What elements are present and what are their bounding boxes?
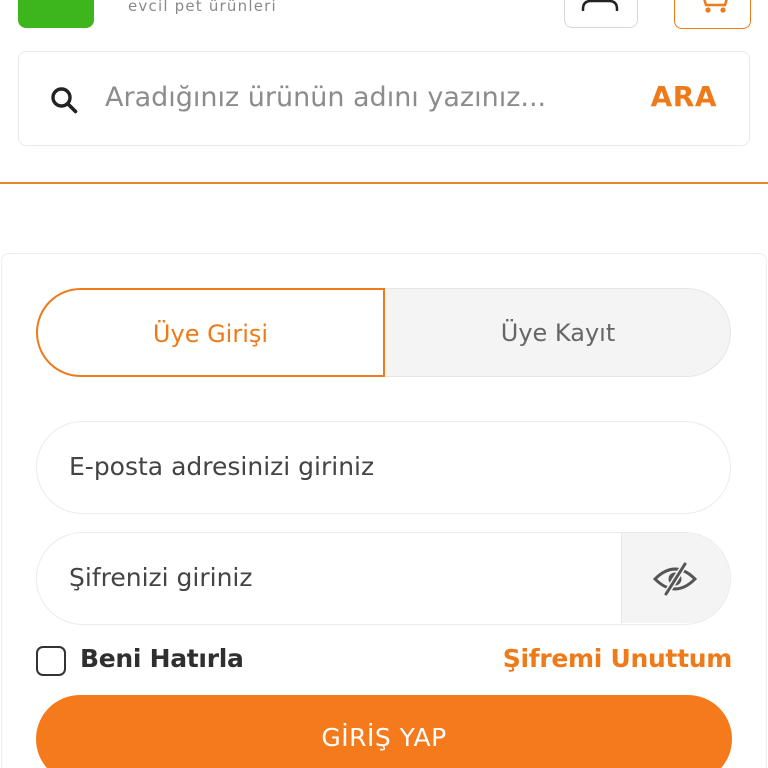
cart-icon — [703, 0, 728, 13]
forgot-password-link[interactable]: Şifremi Unuttum — [503, 644, 733, 673]
search-icon[interactable] — [49, 85, 79, 115]
login-page: evcil pet ürünleri Aradığınız ürünün adı… — [0, 0, 768, 768]
brand-tagline: evcil pet ürünleri — [128, 0, 277, 15]
email-field[interactable]: E-posta adresinizi giriniz — [36, 421, 731, 514]
tab-login-label: Üye Girişi — [152, 320, 269, 348]
user-account-button[interactable] — [564, 0, 638, 28]
remember-me-label[interactable]: Beni Hatırla — [80, 644, 244, 673]
password-field[interactable]: Şifrenizi giriniz — [36, 532, 731, 625]
password-placeholder: Şifrenizi giriniz — [69, 563, 253, 592]
tab-login[interactable]: Üye Girişi — [36, 288, 385, 377]
tab-register[interactable]: Üye Kayıt — [366, 288, 731, 377]
auth-tabs: Üye Kayıt Üye Girişi — [36, 288, 731, 377]
cart-button[interactable] — [674, 0, 751, 29]
brand-logo[interactable] — [18, 0, 94, 28]
search-bar[interactable]: Aradığınız ürünün adını yazınız... ARA — [18, 51, 750, 146]
login-submit-label: GİRİŞ YAP — [321, 723, 447, 752]
email-placeholder: E-posta adresinizi giriniz — [69, 452, 375, 481]
user-icon — [581, 0, 619, 11]
eye-slash-icon — [652, 562, 698, 596]
login-submit-button[interactable]: GİRİŞ YAP — [36, 695, 732, 768]
remember-me-checkbox[interactable] — [36, 646, 66, 676]
header-divider — [0, 182, 768, 184]
search-button[interactable]: ARA — [651, 80, 717, 113]
search-input[interactable]: Aradığınız ürünün adını yazınız... — [105, 82, 546, 113]
tab-register-label: Üye Kayıt — [500, 319, 616, 347]
password-toggle-button[interactable] — [621, 533, 730, 623]
